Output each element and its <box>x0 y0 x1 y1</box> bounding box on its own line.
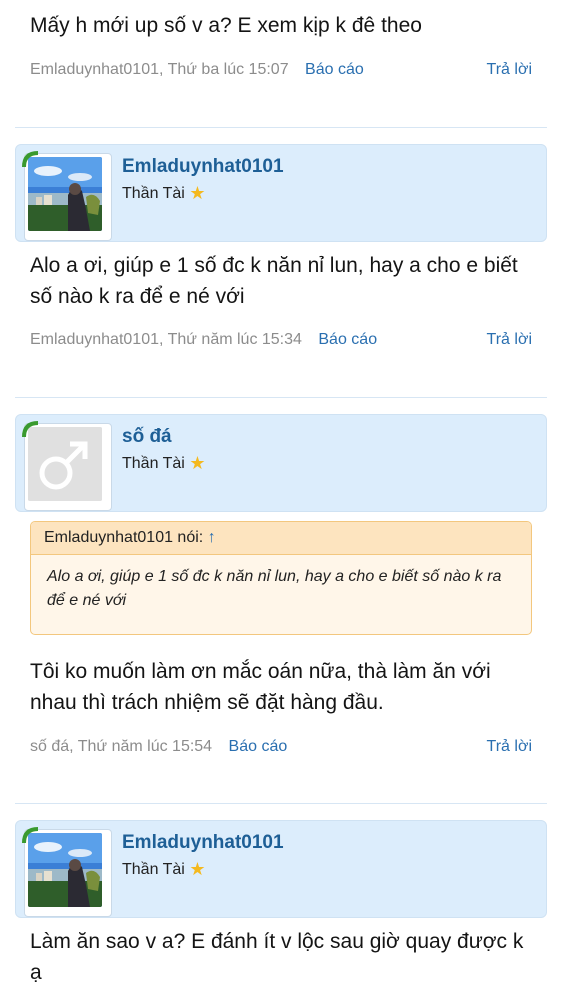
user-title: Thần Tài ★ <box>122 859 205 880</box>
male-symbol-icon <box>28 427 102 501</box>
landscape-photo-icon <box>28 157 102 231</box>
user-info-bar: số đá Thần Tài ★ <box>15 414 547 512</box>
report-link[interactable]: Báo cáo <box>229 738 288 755</box>
username[interactable]: số đá <box>122 426 172 448</box>
post-message: Tôi ko muốn làm ơn mắc oán nữa, thà làm … <box>30 660 491 714</box>
post-divider <box>15 803 547 804</box>
user-title-text: Thần Tài <box>122 455 185 472</box>
user-info-bar: Emladuynhat0101 Thần Tài ★ <box>15 144 547 242</box>
user-title-text: Thần Tài <box>122 861 185 878</box>
star-icon: ★ <box>189 859 206 879</box>
leaf-corner-icon <box>22 151 38 167</box>
landscape-photo-icon <box>28 833 102 907</box>
username[interactable]: Emladuynhat0101 <box>122 156 284 178</box>
reply-link[interactable]: Trả lời <box>487 61 532 79</box>
quote-block: Emladuynhat0101 nói: ↑ Alo a ơi, giúp e … <box>30 521 532 635</box>
user-title: Thần Tài ★ <box>122 453 205 474</box>
reply-link[interactable]: Trả lời <box>487 738 532 756</box>
quote-text: Alo a ơi, giúp e 1 số đc k năn nỉ lun, h… <box>47 568 502 609</box>
post-meta: Emladuynhat0101, Thứ ba lúc 15:07 Báo cá… <box>30 61 532 79</box>
post-message: Alo a ơi, giúp e 1 số đc k năn nỉ lun, h… <box>30 254 518 308</box>
post-author-time[interactable]: Emladuynhat0101, Thứ năm lúc 15:34 <box>30 331 302 348</box>
reply-link[interactable]: Trả lời <box>487 331 532 349</box>
post-message: Làm ăn sao v a? E đánh ít v lộc sau giờ … <box>30 930 524 984</box>
quote-header: Emladuynhat0101 nói: ↑ <box>31 522 531 555</box>
post-divider <box>15 127 547 128</box>
report-link[interactable]: Báo cáo <box>305 61 364 78</box>
user-title-text: Thần Tài <box>122 185 185 202</box>
post-author-time[interactable]: Emladuynhat0101, Thứ ba lúc 15:07 <box>30 61 289 78</box>
star-icon: ★ <box>189 183 206 203</box>
post-divider <box>15 397 547 398</box>
report-link[interactable]: Báo cáo <box>318 331 377 348</box>
go-to-quote-arrow-icon[interactable]: ↑ <box>208 529 216 546</box>
post-author-time[interactable]: số đá, Thứ năm lúc 15:54 <box>30 738 212 755</box>
post-meta: số đá, Thứ năm lúc 15:54 Báo cáo Trả lời <box>30 738 532 756</box>
user-info-bar: Emladuynhat0101 Thần Tài ★ <box>15 820 547 918</box>
username[interactable]: Emladuynhat0101 <box>122 832 284 854</box>
leaf-corner-icon <box>22 421 38 437</box>
post-message: Mấy h mới up số v a? E xem kịp k đê theo <box>30 14 422 37</box>
user-title: Thần Tài ★ <box>122 183 205 204</box>
leaf-corner-icon <box>22 827 38 843</box>
star-icon: ★ <box>189 453 206 473</box>
quote-author[interactable]: Emladuynhat0101 nói: <box>44 529 203 546</box>
post-meta: Emladuynhat0101, Thứ năm lúc 15:34 Báo c… <box>30 331 532 349</box>
